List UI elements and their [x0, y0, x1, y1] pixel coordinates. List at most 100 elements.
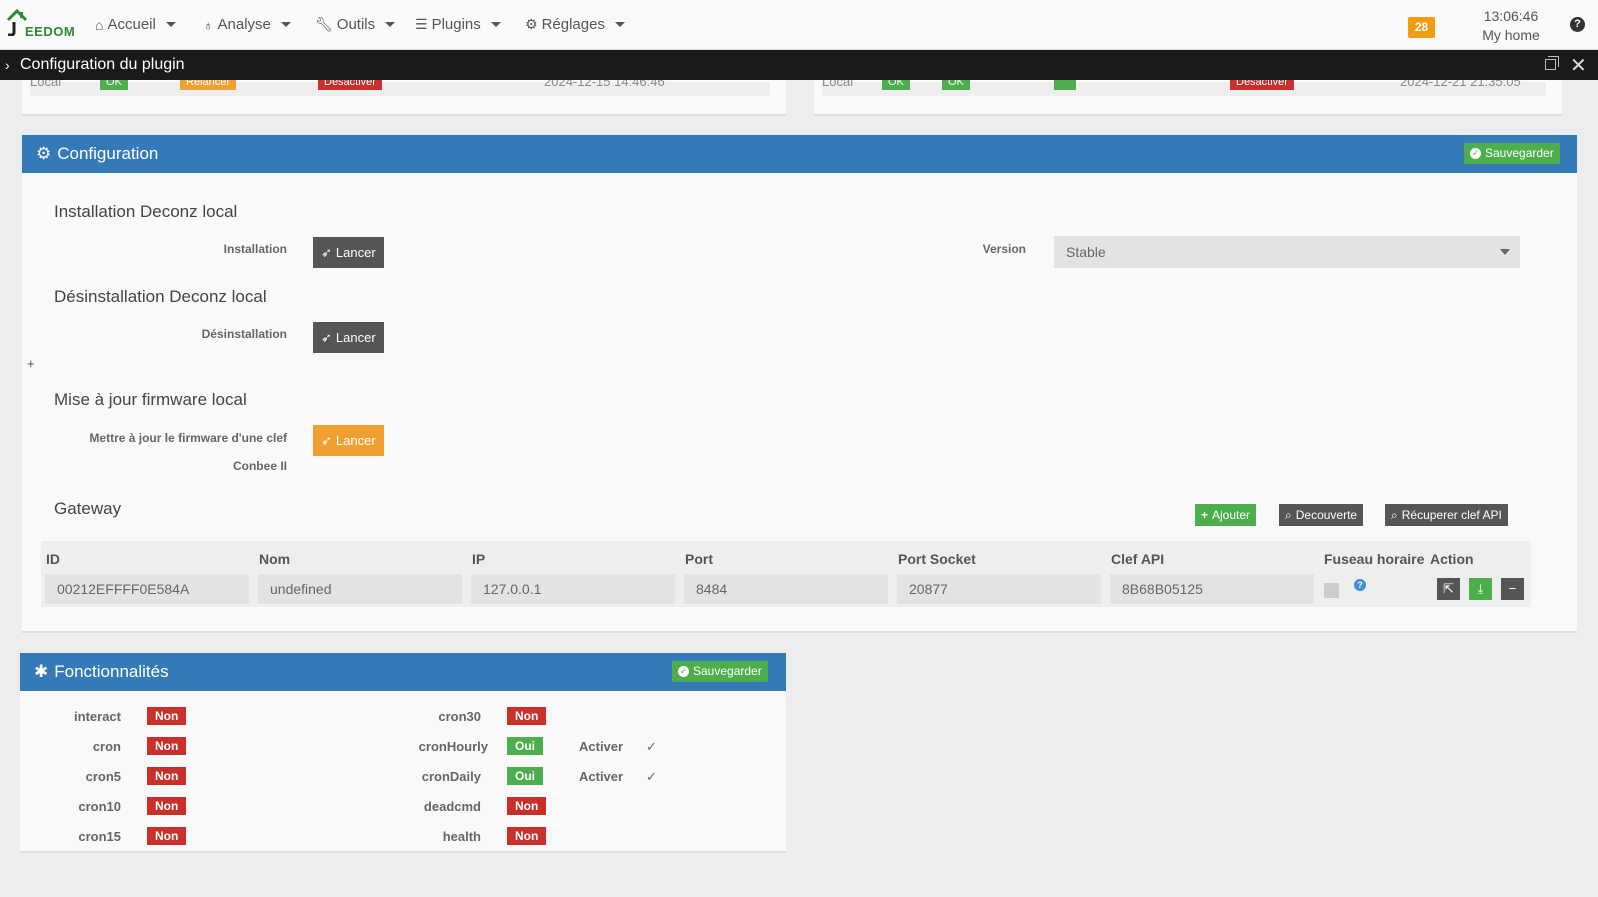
- cronhourly-activate-checkbox[interactable]: ✓: [646, 739, 660, 754]
- chevron-down-icon: [385, 22, 396, 27]
- config-save-label: Sauvegarder: [1485, 146, 1554, 160]
- clock-time: 13:06:46: [1483, 8, 1539, 24]
- brand-text: EEDOM: [25, 24, 76, 39]
- gateway-ip-field[interactable]: 127.0.0.1: [471, 574, 675, 604]
- uninstall-launch-label: Lancer: [335, 330, 376, 345]
- nav-plugins[interactable]: ☰ Plugins: [415, 16, 501, 33]
- cronhourly-activate-label: Activer: [579, 739, 624, 754]
- nav-accueil[interactable]: ⌂ Accueil: [95, 16, 176, 33]
- nav-reglages[interactable]: ⚙ Réglages: [525, 16, 625, 33]
- maximize-icon[interactable]: [1545, 59, 1556, 70]
- desactiver-button[interactable]: Désactiver: [318, 80, 382, 90]
- close-icon[interactable]: ✕: [1570, 53, 1587, 78]
- status-ok: OK: [882, 80, 910, 90]
- feature-interact-status: Non: [147, 707, 187, 725]
- jeedom-logo[interactable]: EEDOM: [6, 8, 76, 40]
- rocket-icon: ➶: [321, 244, 332, 260]
- install-section-title: Installation Deconz local: [54, 202, 238, 221]
- relancer-button[interactable]: Relancer: [180, 80, 237, 90]
- features-save-button[interactable]: ✓ Sauvegarder: [672, 661, 768, 682]
- uninstall-launch-button[interactable]: ➶ Lancer: [313, 322, 384, 353]
- feature-cron30-label: cron30: [438, 709, 481, 724]
- crondaily-activate-checkbox[interactable]: ✓: [646, 769, 660, 784]
- gateway-section-title: Gateway: [54, 499, 122, 518]
- question-circle-icon[interactable]: ?: [1354, 579, 1366, 591]
- clock-widget[interactable]: 13:06:46 My home: [1475, 7, 1547, 45]
- feature-cron10-label: cron10: [78, 799, 121, 814]
- firmware-label-line1: Mettre à jour le firmware d'une clef: [89, 431, 287, 445]
- uninstall-label: Désinstallation: [201, 327, 287, 341]
- col-header-action: Action: [1430, 551, 1474, 567]
- nav-accueil-label: Accueil: [107, 16, 156, 33]
- rocket-icon: ➶: [321, 432, 332, 448]
- modal-title: Configuration du plugin: [20, 56, 185, 73]
- nav-analyse-label: Analyse: [217, 16, 271, 33]
- modal-titlebar: › Configuration du plugin ✕: [0, 50, 1598, 80]
- features-title-text: Fonctionnalités: [54, 662, 169, 681]
- daemon-panel-right-partial: Local OK OK Désactiver 2024-12-21 21:35:…: [814, 80, 1562, 116]
- chevron-down-icon: [165, 22, 176, 27]
- notification-badge[interactable]: 28: [1408, 17, 1435, 38]
- add-gateway-button[interactable]: + Ajouter: [1195, 504, 1257, 526]
- daemon-date: 2024-12-15 14:46:46: [544, 80, 665, 89]
- daemon-local: Local: [30, 80, 62, 89]
- desactiver-button[interactable]: Désactiver: [1230, 80, 1294, 90]
- nav-outils[interactable]: 🔧︎ Outils: [315, 16, 396, 33]
- install-launch-button[interactable]: ➶ Lancer: [313, 237, 384, 268]
- col-header-port: Port: [685, 551, 713, 567]
- firmware-launch-button[interactable]: ➶ Lancer: [313, 425, 384, 456]
- gateway-api-key-field[interactable]: 8B68B05125: [1110, 574, 1314, 604]
- feature-cron5-label: cron5: [85, 769, 121, 784]
- chevron-down-icon: [280, 22, 291, 27]
- discover-button[interactable]: ⌕ Decouverte: [1279, 504, 1364, 526]
- feature-crondaily-label: cronDaily: [421, 769, 481, 784]
- gateway-name-field[interactable]: undefined: [258, 574, 462, 604]
- play-button[interactable]: [1054, 80, 1076, 90]
- feature-cronhourly-label: cronHourly: [418, 739, 488, 754]
- check-circle-icon: ✓: [1470, 148, 1481, 159]
- home-name: My home: [1482, 27, 1540, 43]
- col-header-id: ID: [46, 551, 60, 567]
- gateway-id-field[interactable]: 00212EFFFF0E584A: [45, 574, 249, 604]
- plus-icon: +: [1201, 508, 1209, 522]
- nav-reglages-label: Réglages: [541, 16, 605, 33]
- features-save-label: Sauvegarder: [693, 664, 762, 678]
- feature-health-label: health: [442, 829, 481, 844]
- feature-cron-status: Non: [147, 737, 187, 755]
- config-save-button[interactable]: ✓ Sauvegarder: [1464, 143, 1560, 164]
- plus-sign: +: [27, 356, 35, 371]
- timezone-checkbox[interactable]: [1324, 583, 1339, 598]
- minus-icon[interactable]: −: [1501, 578, 1524, 600]
- get-api-key-label: Récuperer clef API: [1401, 508, 1502, 522]
- crondaily-activate-label: Activer: [579, 769, 624, 784]
- daemon-local: Local: [822, 80, 854, 89]
- version-label: Version: [982, 242, 1026, 256]
- configuration-title: ⚙ Configuration: [36, 144, 158, 164]
- install-label: Installation: [223, 242, 287, 256]
- feature-interact-label: interact: [74, 709, 121, 724]
- feature-deadcmd-label: deadcmd: [423, 799, 481, 814]
- home-icon: ⌂: [95, 16, 104, 33]
- gateway-port-field[interactable]: 8484: [684, 574, 888, 604]
- help-icon[interactable]: ?: [1570, 17, 1585, 32]
- firmware-label-line2: Conbee II: [232, 459, 287, 473]
- chevron-down-icon: [490, 22, 501, 27]
- status-ok: OK: [942, 80, 970, 90]
- feature-cron30-status: Non: [507, 707, 547, 725]
- stethoscope-icon: ♁: [203, 16, 214, 33]
- cogs-icon: ⚙: [36, 144, 52, 163]
- feature-cron15-label: cron15: [78, 829, 121, 844]
- version-select[interactable]: Stable: [1054, 236, 1520, 268]
- gateway-port-socket-field[interactable]: 20877: [897, 574, 1101, 604]
- puzzle-icon: ✱: [34, 662, 49, 681]
- search-icon: ⌕: [1285, 508, 1292, 522]
- chevron-down-icon: [1500, 249, 1510, 255]
- feature-cron5-status: Non: [147, 767, 187, 785]
- check-circle-icon: ✓: [678, 666, 689, 677]
- download-icon[interactable]: ⤓: [1469, 578, 1492, 600]
- external-link-icon[interactable]: ⇱: [1437, 578, 1460, 600]
- get-api-key-button[interactable]: ⌕ Récuperer clef API: [1385, 504, 1508, 526]
- nav-analyse[interactable]: ♁ Analyse: [203, 16, 291, 33]
- status-ok: OK: [100, 80, 128, 90]
- list-icon: ☰: [415, 16, 428, 32]
